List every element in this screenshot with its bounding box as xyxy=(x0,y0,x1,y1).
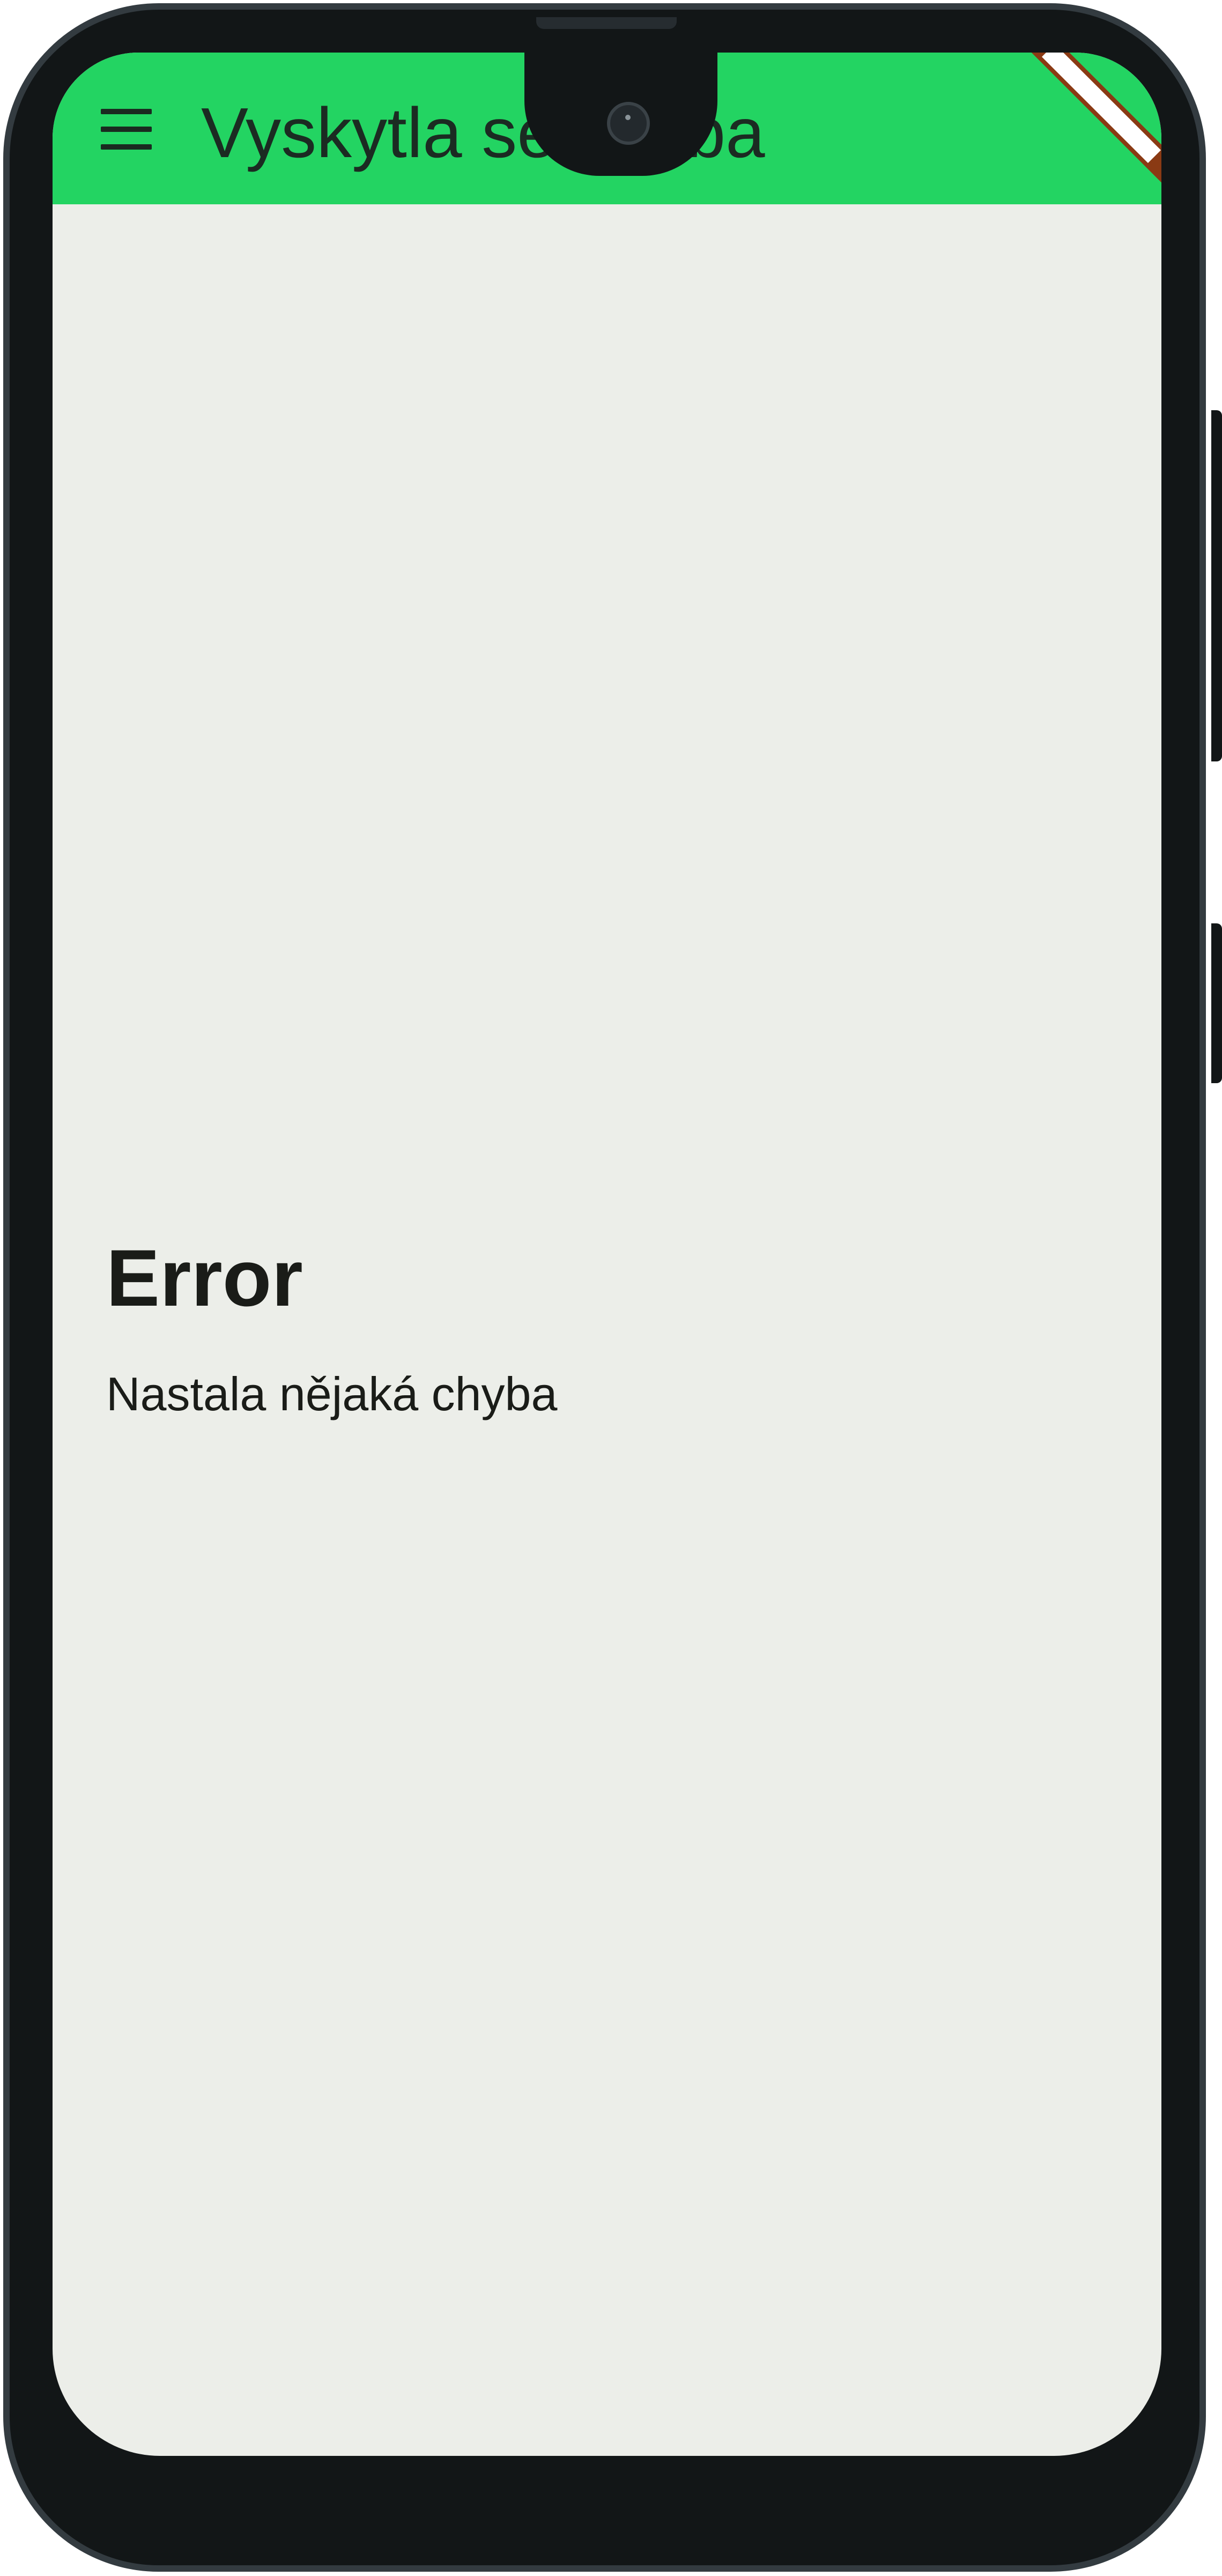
earpiece-speaker xyxy=(536,17,677,29)
volume-button xyxy=(1211,410,1222,761)
error-message: Nastala nějaká chyba xyxy=(106,1367,558,1420)
debug-banner xyxy=(1019,53,1161,186)
menu-icon xyxy=(101,109,152,114)
menu-button[interactable] xyxy=(101,109,154,152)
power-button xyxy=(1211,923,1222,1083)
screen: Vyskytla se chyba Error Nastala nějaká c… xyxy=(53,53,1161,2456)
menu-icon xyxy=(101,127,152,132)
error-heading: Error xyxy=(106,1233,303,1323)
camera-icon xyxy=(607,102,650,145)
menu-icon xyxy=(101,144,152,150)
debug-banner-stripe xyxy=(1041,53,1161,164)
error-content: Error Nastala nějaká chyba xyxy=(106,1230,557,1424)
